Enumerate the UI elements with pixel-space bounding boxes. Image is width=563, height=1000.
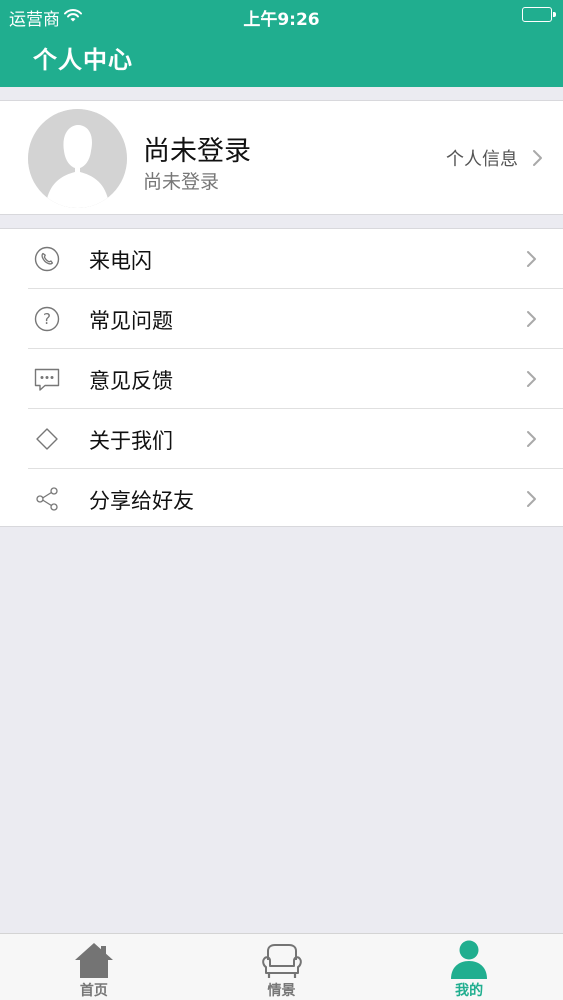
menu-item-share[interactable]: 分享给好友 bbox=[0, 469, 563, 529]
menu-item-incoming-flash[interactable]: 来电闪 bbox=[0, 229, 563, 289]
menu-item-label: 意见反馈 bbox=[89, 369, 173, 393]
profile-name: 尚未登录 bbox=[143, 136, 251, 167]
tab-mine[interactable]: 我的 bbox=[375, 934, 563, 1000]
profile-card[interactable]: 尚未登录 尚未登录 个人信息 bbox=[0, 100, 563, 215]
question-icon: ? bbox=[34, 306, 60, 332]
tab-scenes[interactable]: 情景 bbox=[188, 934, 376, 1000]
menu-item-about-us[interactable]: 关于我们 bbox=[0, 409, 563, 469]
profile-info-label: 个人信息 bbox=[446, 149, 518, 170]
phone-icon bbox=[34, 246, 60, 272]
chevron-right-icon bbox=[533, 150, 542, 166]
menu-list: 来电闪 ? 常见问题 意见反馈 关于我们 分享给好友 bbox=[0, 228, 563, 527]
menu-item-label: 分享给好友 bbox=[89, 489, 194, 513]
tab-label: 我的 bbox=[455, 983, 484, 999]
menu-item-feedback[interactable]: 意见反馈 bbox=[0, 349, 563, 409]
tab-label: 首页 bbox=[79, 983, 108, 999]
diamond-icon bbox=[34, 426, 60, 452]
status-time: 上午9:26 bbox=[243, 10, 320, 30]
chevron-right-icon bbox=[527, 311, 536, 327]
menu-item-faq[interactable]: ? 常见问题 bbox=[0, 289, 563, 349]
profile-info-link[interactable]: 个人信息 bbox=[446, 141, 543, 175]
person-icon bbox=[447, 939, 491, 979]
menu-item-label: 常见问题 bbox=[89, 309, 173, 333]
app-header: 运营商 上午9:26 个人中心 bbox=[0, 0, 563, 87]
menu-item-label: 关于我们 bbox=[89, 429, 173, 453]
tab-home[interactable]: 首页 bbox=[0, 934, 188, 1000]
chevron-right-icon bbox=[527, 371, 536, 387]
tab-bar: 首页 情景 我的 bbox=[0, 933, 563, 1000]
share-icon bbox=[34, 486, 60, 512]
chat-bubble-icon bbox=[34, 366, 60, 392]
default-avatar-icon bbox=[28, 109, 127, 208]
menu-item-label: 来电闪 bbox=[89, 249, 152, 273]
tab-label: 情景 bbox=[267, 983, 296, 999]
chevron-right-icon bbox=[527, 251, 536, 267]
home-icon bbox=[72, 939, 116, 979]
battery-icon bbox=[522, 7, 556, 22]
profile-subtitle: 尚未登录 bbox=[143, 171, 220, 193]
status-bar: 运营商 上午9:26 bbox=[0, 0, 563, 30]
sofa-icon bbox=[260, 939, 304, 979]
chevron-right-icon bbox=[527, 491, 536, 507]
chevron-right-icon bbox=[527, 431, 536, 447]
avatar bbox=[28, 109, 127, 208]
svg-text:?: ? bbox=[43, 310, 51, 328]
page-title: 个人中心 bbox=[33, 46, 133, 74]
